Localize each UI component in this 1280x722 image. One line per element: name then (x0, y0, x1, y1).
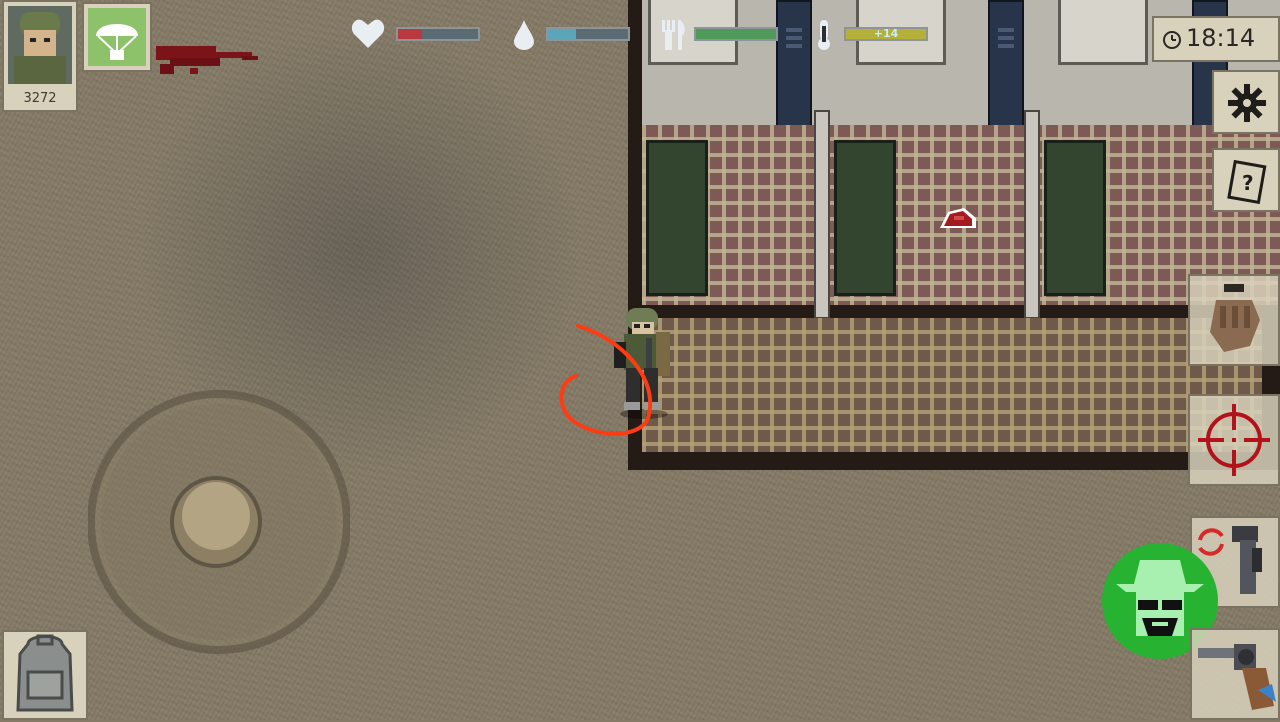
movement-joystick[interactable] (88, 384, 350, 664)
health-bar-fill (398, 29, 422, 39)
backpack-icon (16, 634, 74, 712)
soldier-avatar (8, 6, 72, 84)
inventory-button[interactable] (2, 630, 88, 720)
settings-button[interactable] (1212, 70, 1280, 134)
health-stat (350, 16, 482, 52)
bathroom-stall (646, 140, 708, 296)
heart-icon (351, 19, 385, 48)
player-portrait[interactable]: 3272 (2, 0, 78, 112)
clock-icon (1163, 31, 1181, 49)
hunger-bar (694, 27, 778, 41)
stall-partition (814, 110, 830, 319)
notes-icon: ? (1227, 159, 1267, 204)
revolver-weapon-button[interactable] (1190, 628, 1280, 720)
red-annotation-circle (559, 324, 652, 436)
tiled-floor-lower (642, 318, 1262, 452)
bathroom-stall (834, 140, 896, 296)
airdrop-button[interactable] (82, 2, 152, 72)
fork-knife-icon (662, 20, 685, 50)
window (1058, 0, 1148, 65)
health-bar (396, 27, 480, 41)
grab-hand-icon (1210, 284, 1260, 352)
notes-button[interactable]: ? (1212, 148, 1280, 212)
settings-icon (1228, 84, 1266, 122)
blood-splatter (156, 46, 258, 74)
stall-partition (1024, 110, 1040, 319)
score-counter: 3272 (23, 91, 57, 106)
raw-meat-item[interactable] (936, 204, 980, 232)
building (628, 0, 1280, 470)
thirst-bar (546, 27, 630, 41)
temperature-bar: +14 (844, 27, 928, 41)
aim-button[interactable] (1188, 394, 1280, 486)
hunger-stat (656, 16, 780, 52)
grab-button[interactable] (1188, 274, 1280, 366)
water-drop-icon (514, 20, 534, 50)
parachute-icon (96, 24, 138, 60)
thirst-stat (508, 16, 632, 52)
thermometer-icon (818, 20, 830, 50)
crosshair-icon (1198, 404, 1270, 476)
thirst-bar-fill (548, 29, 576, 39)
clock-time: 18:14 (1186, 24, 1256, 52)
hunger-bar-fill (696, 29, 776, 39)
game-clock: 18:14 (1152, 16, 1280, 62)
svg-text:?: ? (1242, 171, 1254, 195)
revolver-icon (1198, 644, 1276, 710)
bathroom-stall (1044, 140, 1106, 296)
temperature-value: +14 (873, 27, 899, 40)
temperature-stat: +14 (810, 16, 930, 52)
